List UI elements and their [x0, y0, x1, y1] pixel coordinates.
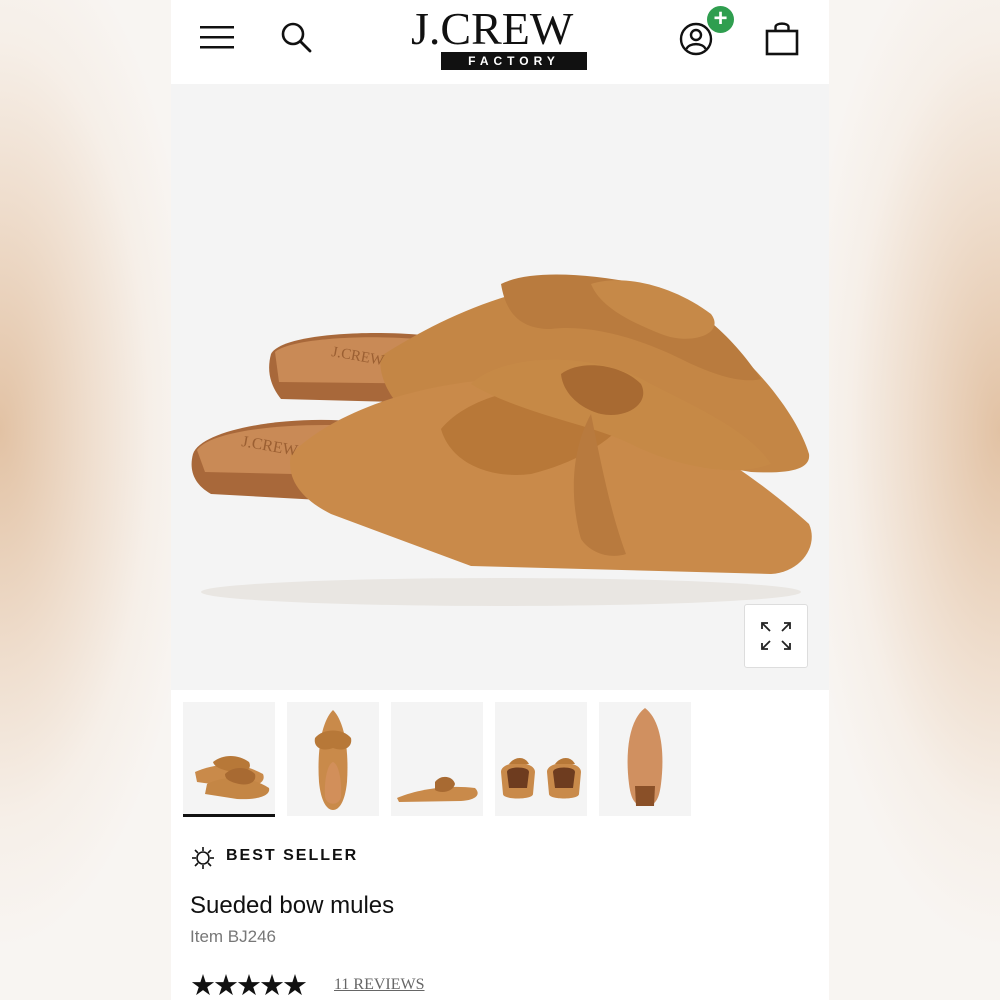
- thumbnail-image: [195, 756, 270, 800]
- thumbnail-1[interactable]: [183, 702, 275, 817]
- plus-badge-icon[interactable]: +: [707, 6, 734, 33]
- starburst-icon: [192, 847, 214, 869]
- item-number: Item BJ246: [190, 927, 276, 946]
- thumbnail-image: [314, 710, 352, 810]
- logo-wordmark: J.CREW: [411, 3, 574, 54]
- thumbnail-2[interactable]: [287, 702, 379, 816]
- rating-stars[interactable]: ★★★★★: [190, 970, 308, 1000]
- reviews-link[interactable]: 11 REVIEWS: [334, 976, 425, 994]
- mobile-page: J.CREW FACTORY + J.CREW J.CREW BEST SELL…: [171, 0, 829, 1000]
- mules-illustration: J.CREW J.CREW: [191, 274, 812, 606]
- best-seller-label: BEST SELLER: [226, 847, 359, 864]
- shopping-bag-icon[interactable]: [763, 20, 801, 58]
- thumbnail-3[interactable]: [391, 702, 483, 816]
- product-title: Sueded bow mules: [190, 892, 395, 919]
- logo-factory-banner: FACTORY: [441, 52, 587, 70]
- expand-image-button[interactable]: [744, 604, 808, 668]
- hamburger-menu-icon[interactable]: [199, 22, 235, 52]
- thumbnail-strip: [183, 702, 823, 818]
- product-main-image[interactable]: J.CREW J.CREW: [171, 84, 829, 690]
- jcrew-factory-logo[interactable]: J.CREW FACTORY: [409, 4, 599, 74]
- thumbnail-image: [627, 708, 663, 806]
- logo-factory-text: FACTORY: [468, 54, 560, 68]
- background-left: [0, 0, 171, 1000]
- search-icon[interactable]: [279, 20, 313, 54]
- site-header: J.CREW FACTORY +: [171, 0, 829, 84]
- thumbnail-5[interactable]: [599, 702, 691, 816]
- expand-arrows-icon: [761, 622, 791, 650]
- thumbnail-image: [501, 758, 581, 799]
- background-right: [829, 0, 1000, 1000]
- thumbnail-image: [397, 776, 478, 802]
- selected-thumbnail-indicator: [183, 814, 275, 817]
- thumbnail-4[interactable]: [495, 702, 587, 816]
